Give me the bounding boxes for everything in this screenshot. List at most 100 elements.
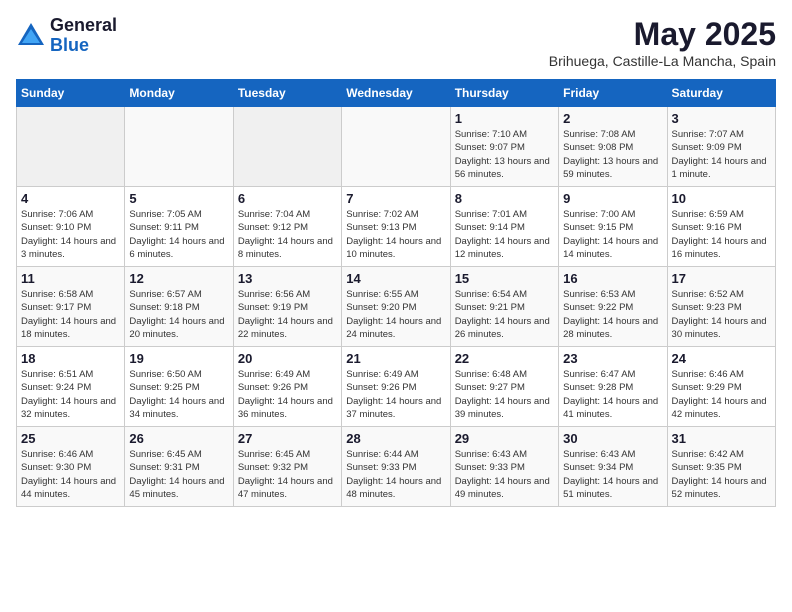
day-header: Saturday xyxy=(667,80,775,107)
day-info: Sunrise: 6:46 AMSunset: 9:30 PMDaylight:… xyxy=(21,448,120,501)
calendar-day-cell: 26 Sunrise: 6:45 AMSunset: 9:31 PMDayligh… xyxy=(125,427,233,507)
calendar-week-row: 4 Sunrise: 7:06 AMSunset: 9:10 PMDaylight… xyxy=(17,187,776,267)
calendar-day-cell: 3 Sunrise: 7:07 AMSunset: 9:09 PMDaylight… xyxy=(667,107,775,187)
logo-blue: Blue xyxy=(50,36,117,56)
day-info: Sunrise: 6:50 AMSunset: 9:25 PMDaylight:… xyxy=(129,368,228,421)
day-number: 14 xyxy=(346,271,445,286)
day-number: 2 xyxy=(563,111,662,126)
calendar-day-cell: 2 Sunrise: 7:08 AMSunset: 9:08 PMDaylight… xyxy=(559,107,667,187)
day-info: Sunrise: 7:02 AMSunset: 9:13 PMDaylight:… xyxy=(346,208,445,261)
calendar-week-row: 11 Sunrise: 6:58 AMSunset: 9:17 PMDayligh… xyxy=(17,267,776,347)
day-number: 18 xyxy=(21,351,120,366)
day-number: 5 xyxy=(129,191,228,206)
day-number: 29 xyxy=(455,431,554,446)
calendar-day-cell: 5 Sunrise: 7:05 AMSunset: 9:11 PMDaylight… xyxy=(125,187,233,267)
calendar-day-cell: 17Sunrise: 6:52 AMSunset: 9:23 PMDayligh… xyxy=(667,267,775,347)
day-number: 13 xyxy=(238,271,337,286)
day-info: Sunrise: 6:57 AMSunset: 9:18 PMDaylight:… xyxy=(129,288,228,341)
calendar-day-cell: 9 Sunrise: 7:00 AMSunset: 9:15 PMDaylight… xyxy=(559,187,667,267)
calendar-week-row: 25 Sunrise: 6:46 AMSunset: 9:30 PMDayligh… xyxy=(17,427,776,507)
calendar-day-cell: 8 Sunrise: 7:01 AMSunset: 9:14 PMDaylight… xyxy=(450,187,558,267)
day-info: Sunrise: 6:43 AMSunset: 9:34 PMDaylight:… xyxy=(563,448,662,501)
calendar-day-cell: 21 Sunrise: 6:49 AMSunset: 9:26 PMDayligh… xyxy=(342,347,450,427)
calendar-day-cell: 20Sunrise: 6:49 AMSunset: 9:26 PMDayligh… xyxy=(233,347,341,427)
calendar-day-cell: 22 Sunrise: 6:48 AMSunset: 9:27 PMDayligh… xyxy=(450,347,558,427)
day-number: 7 xyxy=(346,191,445,206)
calendar-day-cell: 30 Sunrise: 6:43 AMSunset: 9:34 PMDayligh… xyxy=(559,427,667,507)
day-number: 22 xyxy=(455,351,554,366)
calendar-day-cell: 18 Sunrise: 6:51 AMSunset: 9:24 PMDayligh… xyxy=(17,347,125,427)
calendar-day-cell: 29 Sunrise: 6:43 AMSunset: 9:33 PMDayligh… xyxy=(450,427,558,507)
day-number: 3 xyxy=(672,111,771,126)
day-info: Sunrise: 6:51 AMSunset: 9:24 PMDaylight:… xyxy=(21,368,120,421)
day-number: 11 xyxy=(21,271,120,286)
day-info: Sunrise: 6:58 AMSunset: 9:17 PMDaylight:… xyxy=(21,288,120,341)
calendar-day-cell xyxy=(17,107,125,187)
days-header-row: SundayMondayTuesdayWednesdayThursdayFrid… xyxy=(17,80,776,107)
calendar-day-cell: 1Sunrise: 7:10 AMSunset: 9:07 PMDaylight… xyxy=(450,107,558,187)
calendar-day-cell xyxy=(342,107,450,187)
day-number: 17 xyxy=(672,271,771,286)
day-info: Sunrise: 7:07 AMSunset: 9:09 PMDaylight:… xyxy=(672,128,771,181)
day-number: 16 xyxy=(563,271,662,286)
day-info: Sunrise: 6:53 AMSunset: 9:22 PMDaylight:… xyxy=(563,288,662,341)
calendar-day-cell: 13 Sunrise: 6:56 AMSunset: 9:19 PMDayligh… xyxy=(233,267,341,347)
calendar-day-cell: 7 Sunrise: 7:02 AMSunset: 9:13 PMDaylight… xyxy=(342,187,450,267)
calendar-day-cell: 15 Sunrise: 6:54 AMSunset: 9:21 PMDayligh… xyxy=(450,267,558,347)
logo-general: General xyxy=(50,16,117,36)
day-info: Sunrise: 6:45 AMSunset: 9:32 PMDaylight:… xyxy=(238,448,337,501)
logo-icon xyxy=(16,21,46,51)
day-number: 12 xyxy=(129,271,228,286)
day-info: Sunrise: 7:00 AMSunset: 9:15 PMDaylight:… xyxy=(563,208,662,261)
calendar-day-cell: 23Sunrise: 6:47 AMSunset: 9:28 PMDayligh… xyxy=(559,347,667,427)
day-info: Sunrise: 7:06 AMSunset: 9:10 PMDaylight:… xyxy=(21,208,120,261)
day-number: 26 xyxy=(129,431,228,446)
calendar-day-cell: 31Sunrise: 6:42 AMSunset: 9:35 PMDayligh… xyxy=(667,427,775,507)
calendar-day-cell: 27Sunrise: 6:45 AMSunset: 9:32 PMDayligh… xyxy=(233,427,341,507)
day-info: Sunrise: 6:45 AMSunset: 9:31 PMDaylight:… xyxy=(129,448,228,501)
calendar-day-cell: 10Sunrise: 6:59 AMSunset: 9:16 PMDayligh… xyxy=(667,187,775,267)
day-info: Sunrise: 7:08 AMSunset: 9:08 PMDaylight:… xyxy=(563,128,662,181)
calendar-day-cell: 4 Sunrise: 7:06 AMSunset: 9:10 PMDaylight… xyxy=(17,187,125,267)
day-number: 20 xyxy=(238,351,337,366)
calendar-day-cell xyxy=(233,107,341,187)
day-info: Sunrise: 6:43 AMSunset: 9:33 PMDaylight:… xyxy=(455,448,554,501)
day-number: 15 xyxy=(455,271,554,286)
day-number: 25 xyxy=(21,431,120,446)
day-number: 9 xyxy=(563,191,662,206)
day-header: Thursday xyxy=(450,80,558,107)
calendar-day-cell: 6Sunrise: 7:04 AMSunset: 9:12 PMDaylight… xyxy=(233,187,341,267)
day-number: 30 xyxy=(563,431,662,446)
day-header: Wednesday xyxy=(342,80,450,107)
day-number: 21 xyxy=(346,351,445,366)
day-info: Sunrise: 6:56 AMSunset: 9:19 PMDaylight:… xyxy=(238,288,337,341)
calendar-week-row: 1Sunrise: 7:10 AMSunset: 9:07 PMDaylight… xyxy=(17,107,776,187)
header: General Blue May 2025 Brihuega, Castille… xyxy=(16,16,776,69)
day-header: Sunday xyxy=(17,80,125,107)
logo: General Blue xyxy=(16,16,117,56)
day-info: Sunrise: 6:42 AMSunset: 9:35 PMDaylight:… xyxy=(672,448,771,501)
calendar-day-cell: 19 Sunrise: 6:50 AMSunset: 9:25 PMDayligh… xyxy=(125,347,233,427)
day-info: Sunrise: 6:54 AMSunset: 9:21 PMDaylight:… xyxy=(455,288,554,341)
calendar-table: SundayMondayTuesdayWednesdayThursdayFrid… xyxy=(16,79,776,507)
calendar-day-cell: 11 Sunrise: 6:58 AMSunset: 9:17 PMDayligh… xyxy=(17,267,125,347)
day-info: Sunrise: 7:01 AMSunset: 9:14 PMDaylight:… xyxy=(455,208,554,261)
day-info: Sunrise: 6:49 AMSunset: 9:26 PMDaylight:… xyxy=(346,368,445,421)
day-info: Sunrise: 6:48 AMSunset: 9:27 PMDaylight:… xyxy=(455,368,554,421)
location-title: Brihuega, Castille-La Mancha, Spain xyxy=(549,53,776,69)
day-number: 19 xyxy=(129,351,228,366)
day-info: Sunrise: 7:05 AMSunset: 9:11 PMDaylight:… xyxy=(129,208,228,261)
calendar-day-cell: 25 Sunrise: 6:46 AMSunset: 9:30 PMDayligh… xyxy=(17,427,125,507)
day-header: Monday xyxy=(125,80,233,107)
day-number: 6 xyxy=(238,191,337,206)
day-number: 1 xyxy=(455,111,554,126)
day-header: Friday xyxy=(559,80,667,107)
day-number: 24 xyxy=(672,351,771,366)
day-number: 10 xyxy=(672,191,771,206)
day-number: 8 xyxy=(455,191,554,206)
day-info: Sunrise: 6:46 AMSunset: 9:29 PMDaylight:… xyxy=(672,368,771,421)
calendar-day-cell: 28Sunrise: 6:44 AMSunset: 9:33 PMDayligh… xyxy=(342,427,450,507)
day-number: 4 xyxy=(21,191,120,206)
calendar-day-cell: 16 Sunrise: 6:53 AMSunset: 9:22 PMDayligh… xyxy=(559,267,667,347)
title-area: May 2025 Brihuega, Castille-La Mancha, S… xyxy=(549,16,776,69)
